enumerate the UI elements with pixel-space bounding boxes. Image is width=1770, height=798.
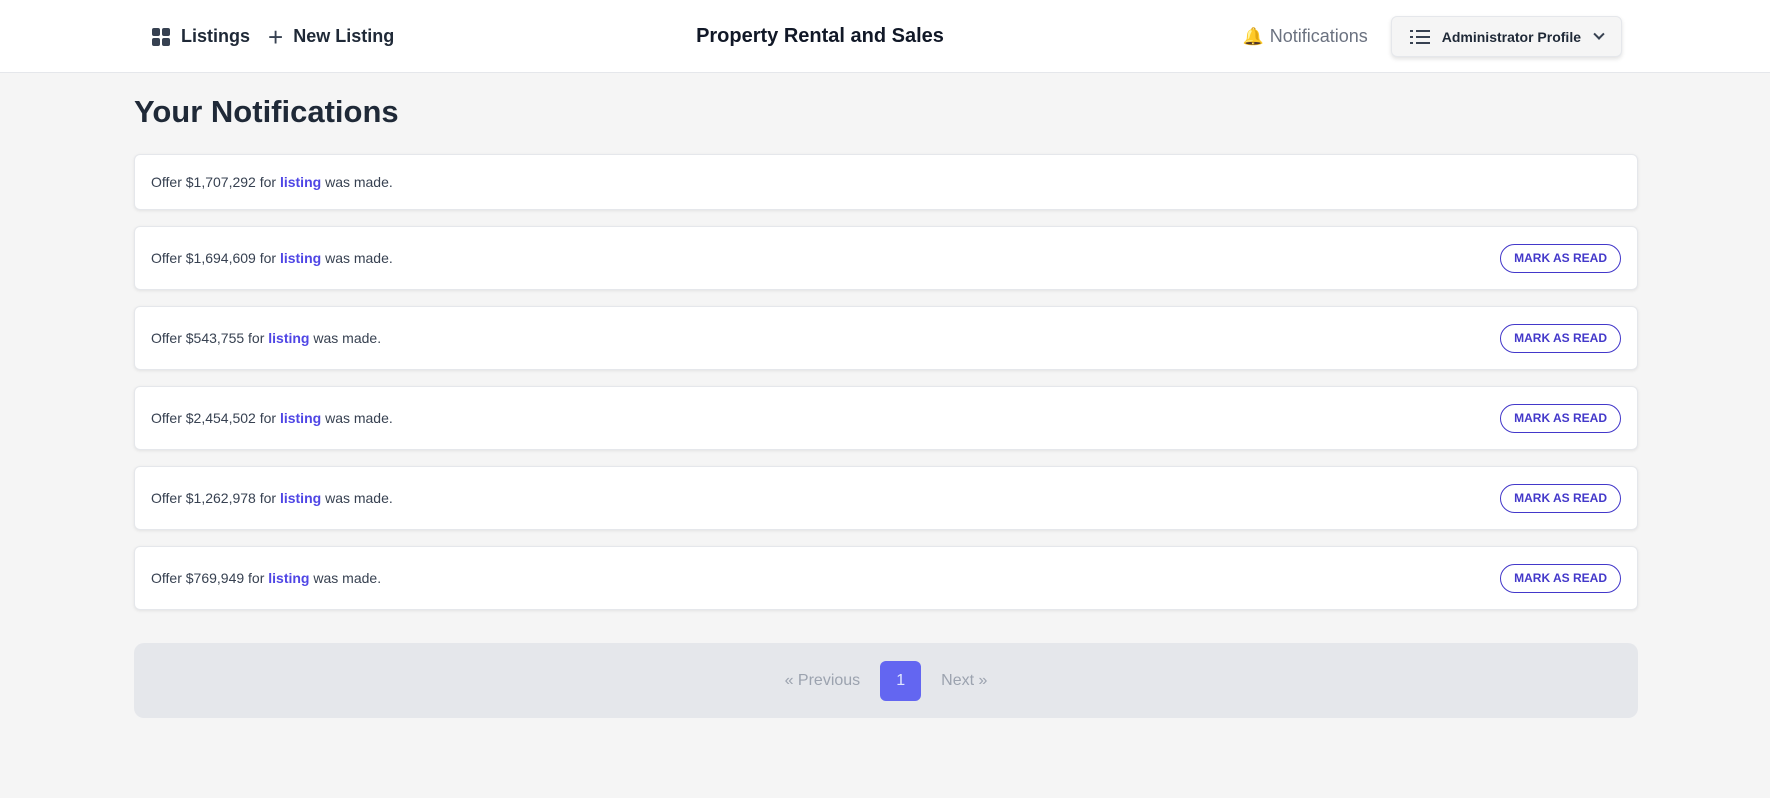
notification-suffix-text: was made. — [309, 330, 382, 346]
new-listing-link[interactable]: + New Listing — [268, 24, 394, 50]
listing-link[interactable]: listing — [280, 174, 321, 190]
notification-offer-text: Offer $543,755 for — [151, 330, 269, 346]
notifications-label: Notifications — [1269, 26, 1368, 46]
notification-text: Offer $2,454,502 for listing was made. — [151, 410, 393, 426]
profile-label: Administrator Profile — [1441, 28, 1581, 45]
notification-text: Offer $769,949 for listing was made. — [151, 570, 381, 586]
notification-text: Offer $1,694,609 for listing was made. — [151, 250, 393, 266]
mark-as-read-button[interactable]: MARK AS READ — [1500, 483, 1621, 513]
notification-suffix-text: was made. — [321, 174, 393, 190]
notification-item: Offer $2,454,502 for listing was made. M… — [134, 386, 1638, 450]
notifications-link[interactable]: 🔔 Notifications — [1243, 26, 1368, 47]
listing-link[interactable]: listing — [268, 570, 309, 586]
notification-item: Offer $769,949 for listing was made. MAR… — [134, 546, 1638, 610]
notification-item: Offer $1,707,292 for listing was made. — [134, 154, 1638, 210]
notification-suffix-text: was made. — [321, 410, 393, 426]
plus-icon: + — [268, 21, 284, 52]
next-page-link[interactable]: Next » — [941, 672, 987, 690]
notification-suffix-text: was made. — [321, 250, 393, 266]
listing-link[interactable]: listing — [268, 330, 309, 346]
previous-page-link[interactable]: « Previous — [785, 672, 861, 690]
current-page-button[interactable]: 1 — [880, 660, 922, 701]
mark-as-read-button[interactable]: MARK AS READ — [1500, 323, 1621, 353]
pagination: « Previous 1 Next » — [134, 643, 1638, 718]
site-title[interactable]: Property Rental and Sales — [600, 0, 1040, 73]
top-navbar: Listings + New Listing Property Rental a… — [0, 0, 1770, 73]
notification-text: Offer $1,262,978 for listing was made. — [151, 490, 393, 506]
mark-as-read-button[interactable]: MARK AS READ — [1500, 563, 1621, 593]
notification-item: Offer $1,694,609 for listing was made. M… — [134, 226, 1638, 290]
list-icon — [1409, 29, 1430, 44]
nav-right-group: 🔔 Notifications Administrator Profile — [1243, 0, 1622, 73]
mark-as-read-button[interactable]: MARK AS READ — [1500, 403, 1621, 433]
bell-icon: 🔔 — [1242, 26, 1264, 46]
notification-item: Offer $543,755 for listing was made. MAR… — [134, 306, 1638, 370]
listings-label: Listings — [181, 26, 251, 46]
notification-text: Offer $543,755 for listing was made. — [151, 330, 381, 346]
notification-offer-text: Offer $1,707,292 for — [151, 174, 280, 190]
notification-offer-text: Offer $2,454,502 for — [151, 410, 280, 426]
notification-text: Offer $1,707,292 for listing was made. — [151, 174, 393, 190]
grid-icon — [152, 27, 170, 46]
listing-link[interactable]: listing — [280, 490, 321, 506]
notification-offer-text: Offer $1,694,609 for — [151, 250, 280, 266]
notification-item: Offer $1,262,978 for listing was made. M… — [134, 466, 1638, 530]
chevron-down-icon — [1593, 28, 1605, 40]
profile-dropdown-button[interactable]: Administrator Profile — [1390, 16, 1622, 57]
notification-list: Offer $1,707,292 for listing was made. O… — [134, 154, 1638, 610]
notification-offer-text: Offer $1,262,978 for — [151, 490, 280, 506]
notification-offer-text: Offer $769,949 for — [151, 570, 269, 586]
listing-link[interactable]: listing — [280, 410, 321, 426]
notification-suffix-text: was made. — [309, 570, 382, 586]
new-listing-label: New Listing — [293, 26, 395, 46]
notification-suffix-text: was made. — [321, 490, 393, 506]
nav-left-group: Listings + New Listing — [152, 0, 394, 73]
listing-link[interactable]: listing — [280, 250, 321, 266]
listings-link[interactable]: Listings — [152, 26, 250, 47]
mark-as-read-button[interactable]: MARK AS READ — [1500, 243, 1621, 273]
page-title: Your Notifications — [134, 94, 399, 129]
